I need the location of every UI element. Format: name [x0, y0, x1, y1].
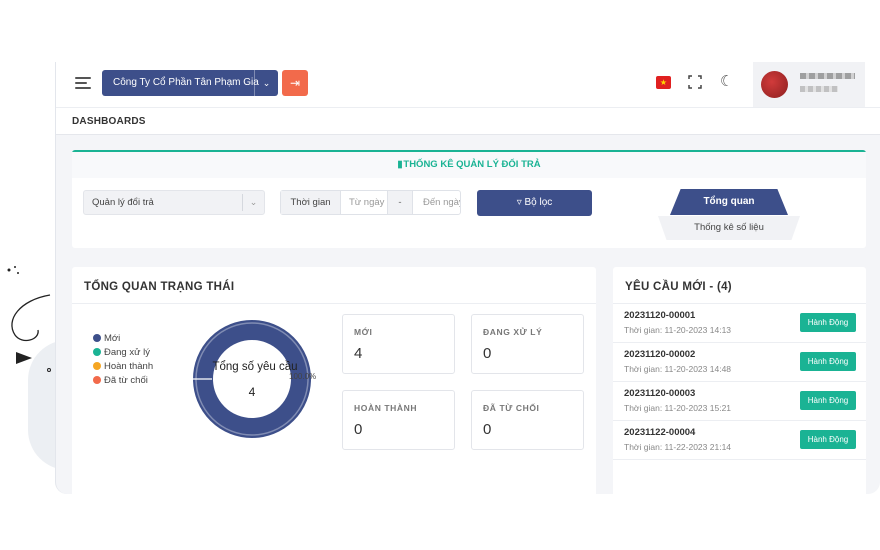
- new-requests-title: YÊU CẦU MỚI - (4): [625, 281, 732, 293]
- status-overview-card: TỔNG QUAN TRẠNG THÁI Mới Đang xử lý Hoàn…: [72, 267, 596, 494]
- chevron-down-icon: ⌄: [242, 194, 264, 211]
- stat-card-rejected: ĐÃ TỪ CHỐI 0: [471, 390, 584, 450]
- module-select[interactable]: Quản lý đổi trả ⌄: [83, 190, 265, 215]
- legend-dot: [93, 348, 101, 356]
- filter-button[interactable]: ▿ Bộ lọc: [477, 190, 592, 216]
- stat-label: HOÀN THÀNH: [354, 403, 418, 413]
- legend-item[interactable]: Đã từ chối: [93, 374, 153, 388]
- request-code[interactable]: 20231120-00003: [624, 388, 695, 399]
- list-item: 20231120-00001 Thời gian: 11-20-2023 14:…: [613, 304, 866, 343]
- decorative-doodle: [7, 266, 51, 372]
- legend-item[interactable]: Đang xử lý: [93, 346, 153, 360]
- request-time: Thời gian: 11-20-2023 14:13: [624, 325, 732, 335]
- legend-label: Đang xử lý: [104, 347, 150, 358]
- filter-panel: ▮ THỐNG KÊ QUẢN LÝ ĐỔI TRẢ Quản lý đổi t…: [72, 150, 866, 248]
- legend-dot: [93, 362, 101, 370]
- legend-label: Đã từ chối: [104, 375, 148, 386]
- legend-item[interactable]: Mới: [93, 332, 153, 346]
- request-code[interactable]: 20231120-00001: [624, 310, 695, 321]
- list-item: 20231120-00002 Thời gian: 11-20-2023 14:…: [613, 343, 866, 382]
- donut-center-value: 4: [248, 385, 256, 399]
- legend-item[interactable]: Hoàn thành: [93, 360, 153, 374]
- from-date-input[interactable]: Từ ngày: [341, 191, 387, 214]
- stat-card-processing: ĐANG XỬ LÝ 0: [471, 314, 584, 374]
- stat-value: 0: [354, 421, 363, 438]
- action-button[interactable]: Hành Động: [800, 313, 856, 332]
- list-item: 20231120-00003 Thời gian: 11-20-2023 15:…: [613, 382, 866, 421]
- legend-label: Mới: [104, 333, 121, 344]
- request-time: Thời gian: 11-20-2023 14:48: [624, 364, 732, 374]
- action-button[interactable]: Hành Động: [800, 352, 856, 371]
- user-name-blurred: [800, 73, 855, 79]
- company-selector[interactable]: Công Ty Cổ Phần Tân Phạm Gia ⌄: [102, 70, 278, 96]
- to-date-input[interactable]: Đến ngày: [413, 191, 460, 214]
- funnel-icon: ▿: [516, 197, 525, 208]
- action-button[interactable]: Hành Động: [800, 430, 856, 449]
- legend-dot: [93, 376, 101, 384]
- vietnam-flag-icon[interactable]: ★: [656, 76, 671, 89]
- filter-button-label: Bộ lọc: [524, 197, 553, 208]
- stat-card-completed: HOÀN THÀNH 0: [342, 390, 455, 450]
- company-name: Công Ty Cổ Phần Tân Phạm Gia: [113, 77, 259, 88]
- stat-label: ĐANG XỬ LÝ: [483, 327, 543, 337]
- donut-segment[interactable]: [193, 320, 311, 438]
- tab-overview[interactable]: Tổng quan: [670, 189, 788, 215]
- time-label: Thời gian: [281, 191, 341, 214]
- stat-label: MỚI: [354, 327, 373, 337]
- divider: [72, 303, 596, 304]
- stat-card-new: MỚI 4: [342, 314, 455, 374]
- list-item: 20231122-00004 Thời gian: 11-22-2023 21:…: [613, 421, 866, 460]
- request-code[interactable]: 20231122-00004: [624, 427, 695, 438]
- request-time: Thời gian: 11-22-2023 21:14: [624, 442, 732, 452]
- user-role-blurred: [800, 86, 838, 92]
- avatar[interactable]: [761, 71, 788, 98]
- fullscreen-icon[interactable]: [688, 75, 702, 89]
- top-navbar: Công Ty Cổ Phần Tân Phạm Gia ⌄ ⇥ ★ ☾: [56, 62, 880, 107]
- request-code[interactable]: 20231120-00002: [624, 349, 695, 360]
- filter-panel-title: ▮ THỐNG KÊ QUẢN LÝ ĐỔI TRẢ: [72, 152, 866, 178]
- legend-label: Hoàn thành: [104, 361, 154, 372]
- date-range-group: Thời gian Từ ngày - Đến ngày: [280, 190, 461, 215]
- action-button[interactable]: Hành Động: [800, 391, 856, 410]
- donut-percent-label: 100.0%: [289, 372, 317, 381]
- request-time: Thời gian: 11-20-2023 15:21: [624, 403, 732, 413]
- stat-label: ĐÃ TỪ CHỐI: [483, 403, 540, 413]
- stat-value: 0: [483, 345, 492, 362]
- stat-value: 4: [354, 345, 363, 362]
- donut-chart[interactable]: Tổng số yêu cầu 4 100.0%: [192, 319, 316, 439]
- new-requests-card: YÊU CẦU MỚI - (4) 20231120-00001 Thời gi…: [613, 267, 866, 494]
- filter-title-text: THỐNG KÊ QUẢN LÝ ĐỔI TRẢ: [403, 159, 541, 170]
- page-title: DASHBOARDS: [72, 116, 146, 127]
- chart-legend: Mới Đang xử lý Hoàn thành Đã từ chối: [93, 332, 153, 388]
- status-overview-title: TỔNG QUAN TRẠNG THÁI: [84, 281, 235, 293]
- chevron-down-icon: ⌄: [254, 70, 278, 96]
- menu-icon[interactable]: [75, 77, 91, 90]
- app-window: Công Ty Cổ Phần Tân Phạm Gia ⌄ ⇥ ★ ☾ DAS…: [55, 62, 880, 494]
- tab-statistics[interactable]: Thống kê số liệu: [658, 216, 800, 240]
- module-select-value: Quản lý đổi trả: [92, 197, 154, 208]
- logout-icon[interactable]: ⇥: [282, 70, 308, 96]
- date-separator: -: [387, 191, 413, 214]
- breadcrumb: DASHBOARDS: [56, 107, 880, 135]
- moon-icon[interactable]: ☾: [720, 72, 733, 90]
- user-profile[interactable]: [753, 62, 865, 107]
- legend-dot: [93, 334, 101, 342]
- stat-value: 0: [483, 421, 492, 438]
